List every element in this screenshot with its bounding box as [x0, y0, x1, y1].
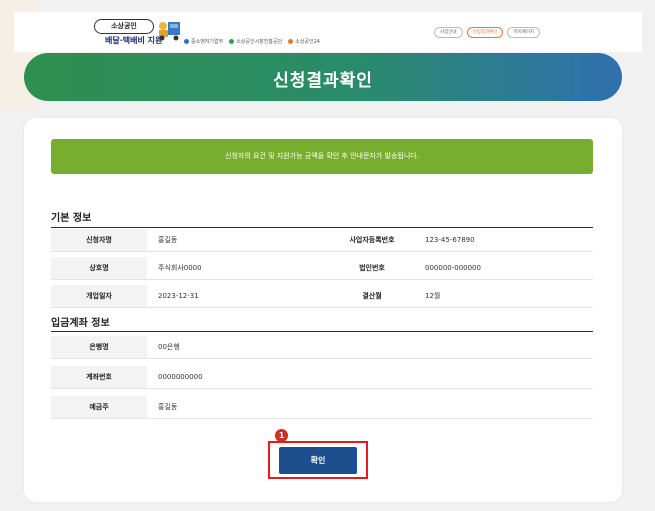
table-row: 상호명 주식회사0000 법인번호 000000-000000 [51, 257, 593, 280]
partner-sbiz24: 소상공인24 [288, 38, 320, 45]
sbiz24-icon [288, 39, 294, 44]
row-label: 계좌번호 [51, 366, 147, 388]
partner-mss: 중소벤처기업부 [184, 38, 223, 45]
row-value: 주식회사0000 [158, 264, 202, 272]
partner-semas: 소상공인시장진흥공단 [229, 38, 282, 45]
site-header: 소상공인 배달·택배비 지원 중소벤처기업부 소상공인시장진흥공단 소상공인24… [14, 12, 642, 52]
row-value: 2023-12-31 [158, 292, 199, 300]
row-label: 신청자명 [51, 229, 147, 251]
table-row: 신청자명 홍길동 사업자등록번호 123-45-67890 [51, 229, 593, 252]
row-label: 개업일자 [51, 285, 147, 307]
page-banner: 신청결과확인 [24, 53, 622, 101]
row-label: 상호명 [51, 257, 147, 279]
row-label: 사업자등록번호 [349, 236, 395, 244]
row-label: 결산월 [362, 292, 382, 300]
basic-info-title: 기본 정보 [51, 213, 92, 224]
logo-subtitle: 배달·택배비 지원 [105, 36, 163, 45]
row-value: 홍길동 [158, 236, 178, 244]
basic-info-rule [51, 227, 593, 228]
notice-message: 신청자의 요건 및 지원가능 금액을 확인 후 안내문자가 발송됩니다. [51, 139, 593, 174]
page-title: 신청결과확인 [273, 71, 373, 91]
mss-icon [184, 39, 189, 44]
account-info-title: 입금계좌 정보 [51, 318, 110, 329]
account-info-rule [51, 331, 593, 332]
row-value: 12월 [425, 292, 441, 300]
row-label: 법인번호 [359, 264, 385, 272]
row-value: 123-45-67890 [425, 236, 475, 244]
nav-mypage[interactable]: 마이페이지 [507, 27, 541, 38]
row-value: 00은행 [158, 343, 180, 351]
top-navigation: 사업안내 신청결과확인 마이페이지 [434, 27, 541, 38]
confirm-button[interactable]: 확인 [279, 447, 357, 474]
row-label: 은행명 [51, 336, 147, 358]
nav-business-info[interactable]: 사업안내 [434, 27, 463, 38]
partner-logos: 중소벤처기업부 소상공인시장진흥공단 소상공인24 [184, 38, 320, 45]
site-logo[interactable]: 소상공인 배달·택배비 지원 [94, 19, 184, 51]
table-row: 예금주 홍길동 [51, 396, 593, 419]
table-row: 은행명 00은행 [51, 336, 593, 359]
row-value: 000000-000000 [425, 264, 481, 272]
logo-badge: 소상공인 [94, 19, 154, 34]
row-value: 0000000000 [158, 373, 203, 381]
table-row: 개업일자 2023-12-31 결산월 12월 [51, 285, 593, 308]
step-number-badge: 1 [275, 429, 288, 442]
semas-icon [229, 39, 235, 44]
row-label: 예금주 [51, 396, 147, 418]
table-row: 계좌번호 0000000000 [51, 366, 593, 389]
nav-result-check[interactable]: 신청결과확인 [466, 27, 504, 38]
row-value: 홍길동 [158, 403, 178, 411]
